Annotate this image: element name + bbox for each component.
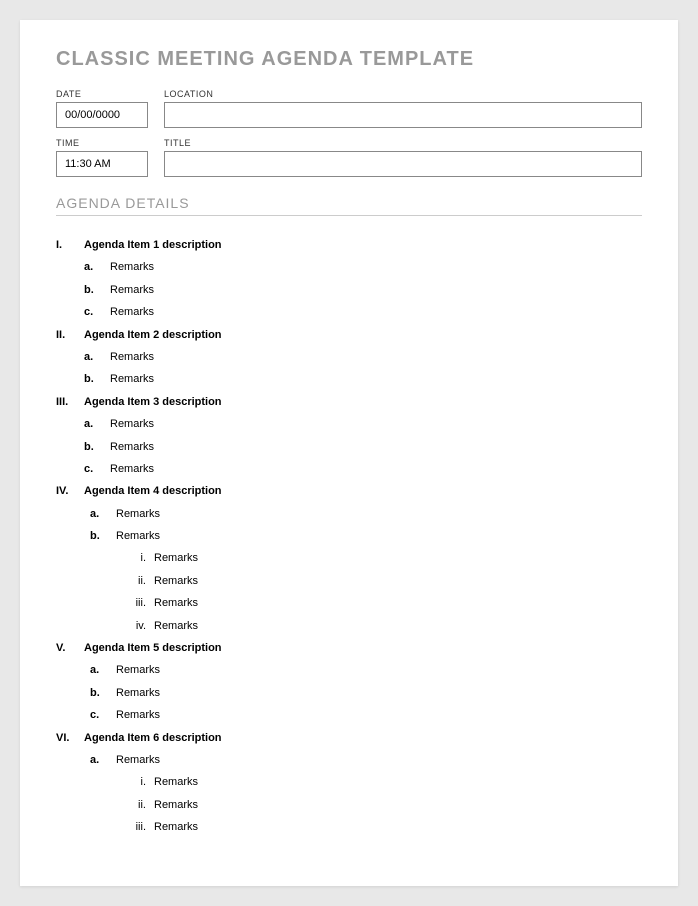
agenda-remark-4-2: c.Remarks bbox=[56, 708, 642, 723]
date-field-group: DATE bbox=[56, 89, 148, 128]
marker: II. bbox=[56, 328, 84, 343]
agenda-remark-1-0: a.Remarks bbox=[56, 350, 642, 365]
location-input[interactable] bbox=[164, 102, 642, 128]
agenda-remark-5-0: a.Remarks bbox=[56, 753, 642, 768]
text: Remarks bbox=[154, 775, 198, 790]
agenda-remark-3-1: b.Remarks bbox=[56, 529, 642, 544]
marker: b. bbox=[84, 440, 110, 455]
marker: c. bbox=[84, 462, 110, 477]
text: Remarks bbox=[110, 462, 154, 477]
page-title: CLASSIC MEETING AGENDA TEMPLATE bbox=[56, 48, 642, 71]
title-input[interactable] bbox=[164, 151, 642, 177]
marker: a. bbox=[84, 350, 110, 365]
marker: ii. bbox=[128, 574, 154, 589]
text: Remarks bbox=[110, 440, 154, 455]
time-label: TIME bbox=[56, 138, 148, 148]
agenda-remark-0-1: b.Remarks bbox=[56, 283, 642, 298]
marker: b. bbox=[84, 283, 110, 298]
text: Remarks bbox=[110, 372, 154, 387]
text: Agenda Item 5 description bbox=[84, 641, 222, 656]
text: Remarks bbox=[110, 260, 154, 275]
title-field-group: TITLE bbox=[164, 138, 642, 177]
marker: a. bbox=[90, 753, 116, 768]
agenda-remark-1-1: b.Remarks bbox=[56, 372, 642, 387]
agenda-sub-3-1-1: ii.Remarks bbox=[56, 574, 642, 589]
agenda-remark-4-0: a.Remarks bbox=[56, 663, 642, 678]
text: Remarks bbox=[116, 686, 160, 701]
text: Remarks bbox=[116, 708, 160, 723]
agenda-details-header: AGENDA DETAILS bbox=[56, 195, 642, 216]
text: Remarks bbox=[110, 305, 154, 320]
marker: ii. bbox=[128, 798, 154, 813]
marker: VI. bbox=[56, 731, 84, 746]
location-field-group: LOCATION bbox=[164, 89, 642, 128]
agenda-sub-5-0-1: ii.Remarks bbox=[56, 798, 642, 813]
text: Agenda Item 6 description bbox=[84, 731, 222, 746]
text: Remarks bbox=[110, 283, 154, 298]
agenda-item-4: V.Agenda Item 5 description bbox=[56, 641, 642, 656]
agenda-remark-0-0: a.Remarks bbox=[56, 260, 642, 275]
text: Remarks bbox=[154, 574, 198, 589]
agenda-sub-5-0-2: iii.Remarks bbox=[56, 820, 642, 835]
agenda-sub-3-1-0: i.Remarks bbox=[56, 551, 642, 566]
agenda-item-1: II.Agenda Item 2 description bbox=[56, 328, 642, 343]
text: Remarks bbox=[154, 798, 198, 813]
marker: I. bbox=[56, 238, 84, 253]
agenda-list: I.Agenda Item 1 descriptiona.Remarksb.Re… bbox=[56, 238, 642, 836]
marker: b. bbox=[84, 372, 110, 387]
text: Remarks bbox=[154, 619, 198, 634]
date-label: DATE bbox=[56, 89, 148, 99]
marker: IV. bbox=[56, 484, 84, 499]
location-label: LOCATION bbox=[164, 89, 642, 99]
title-label: TITLE bbox=[164, 138, 642, 148]
agenda-item-5: VI.Agenda Item 6 description bbox=[56, 731, 642, 746]
agenda-remark-2-2: c.Remarks bbox=[56, 462, 642, 477]
marker: III. bbox=[56, 395, 84, 410]
agenda-remark-2-0: a.Remarks bbox=[56, 417, 642, 432]
marker: c. bbox=[84, 305, 110, 320]
text: Remarks bbox=[154, 596, 198, 611]
agenda-sub-5-0-0: i.Remarks bbox=[56, 775, 642, 790]
document-page: CLASSIC MEETING AGENDA TEMPLATE DATE LOC… bbox=[20, 20, 678, 886]
agenda-remark-4-1: b.Remarks bbox=[56, 686, 642, 701]
marker: iv. bbox=[128, 619, 154, 634]
agenda-remark-2-1: b.Remarks bbox=[56, 440, 642, 455]
text: Remarks bbox=[110, 350, 154, 365]
date-input[interactable] bbox=[56, 102, 148, 128]
marker: i. bbox=[128, 551, 154, 566]
agenda-sub-3-1-2: iii.Remarks bbox=[56, 596, 642, 611]
marker: i. bbox=[128, 775, 154, 790]
text: Agenda Item 2 description bbox=[84, 328, 222, 343]
text: Remarks bbox=[154, 820, 198, 835]
marker: V. bbox=[56, 641, 84, 656]
agenda-item-3: IV.Agenda Item 4 description bbox=[56, 484, 642, 499]
agenda-item-2: III.Agenda Item 3 description bbox=[56, 395, 642, 410]
agenda-item-0: I.Agenda Item 1 description bbox=[56, 238, 642, 253]
marker: a. bbox=[84, 417, 110, 432]
fields-row-1: DATE LOCATION bbox=[56, 89, 642, 128]
time-field-group: TIME bbox=[56, 138, 148, 177]
text: Remarks bbox=[116, 507, 160, 522]
agenda-remark-3-0: a.Remarks bbox=[56, 507, 642, 522]
text: Agenda Item 1 description bbox=[84, 238, 222, 253]
marker: iii. bbox=[128, 596, 154, 611]
marker: b. bbox=[90, 686, 116, 701]
fields-row-2: TIME TITLE bbox=[56, 138, 642, 177]
text: Agenda Item 3 description bbox=[84, 395, 222, 410]
agenda-sub-3-1-3: iv.Remarks bbox=[56, 619, 642, 634]
text: Remarks bbox=[116, 753, 160, 768]
time-input[interactable] bbox=[56, 151, 148, 177]
text: Remarks bbox=[110, 417, 154, 432]
marker: c. bbox=[90, 708, 116, 723]
marker: iii. bbox=[128, 820, 154, 835]
marker: a. bbox=[84, 260, 110, 275]
marker: b. bbox=[90, 529, 116, 544]
text: Remarks bbox=[154, 551, 198, 566]
text: Agenda Item 4 description bbox=[84, 484, 222, 499]
text: Remarks bbox=[116, 663, 160, 678]
marker: a. bbox=[90, 507, 116, 522]
text: Remarks bbox=[116, 529, 160, 544]
marker: a. bbox=[90, 663, 116, 678]
agenda-remark-0-2: c.Remarks bbox=[56, 305, 642, 320]
